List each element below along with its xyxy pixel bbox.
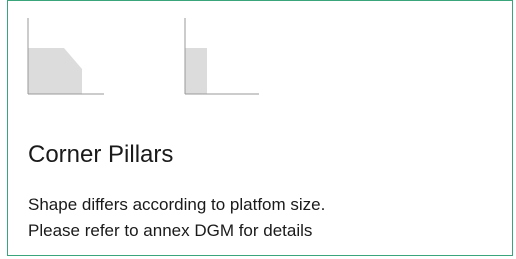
card-description: Shape differs according to platfom size.… xyxy=(28,192,498,244)
chamfered-corner-pillar-icon xyxy=(27,18,104,95)
corner-pillars-card: Corner Pillars Shape differs according t… xyxy=(7,0,513,256)
square-corner-pillar-icon xyxy=(184,18,259,95)
description-line-2: Please refer to annex DGM for details xyxy=(28,221,313,240)
corner-pillar-diagrams xyxy=(27,18,259,95)
description-line-1: Shape differs according to platfom size. xyxy=(28,195,326,214)
card-title: Corner Pillars xyxy=(28,141,174,168)
